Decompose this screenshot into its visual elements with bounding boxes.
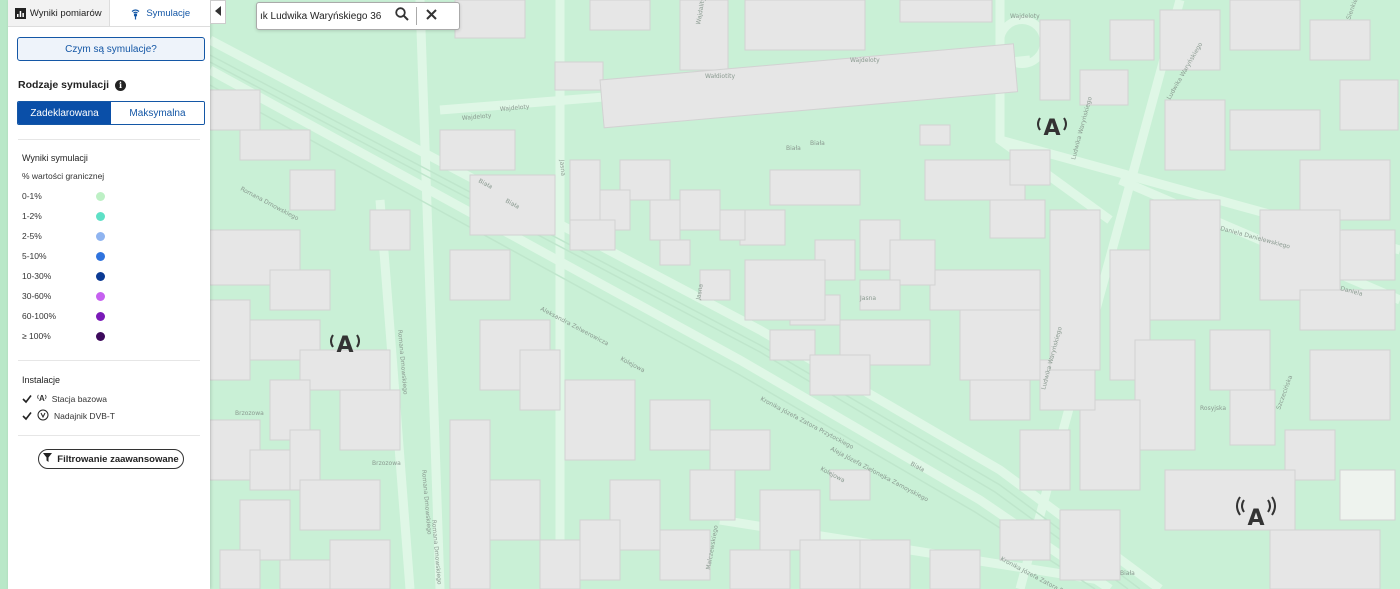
option-declared[interactable]: Zadeklarowana — [18, 102, 111, 124]
tab-label: Wyniki pomiarów — [29, 7, 102, 19]
search-button[interactable] — [388, 5, 416, 27]
results-title: Wyniki symulacji — [22, 153, 88, 163]
street-label: Biała — [786, 145, 801, 152]
map-canvas[interactable]: Wałdiotity Wajdeloty Wajdeloty Wajdeloty… — [0, 0, 1400, 589]
legend-row: ≥ 100% — [22, 326, 210, 346]
svg-text:A: A — [336, 333, 353, 358]
street-label: Biała — [810, 140, 825, 147]
signal-simulation-icon — [129, 7, 142, 20]
legend-row: 10-30% — [22, 266, 210, 286]
installation-dvbt: Nadajnik DVB-T — [22, 409, 210, 423]
results-subtitle: % wartości granicznej — [22, 171, 105, 181]
installation-base-station: ⁽A⁾ Stacja bazowa — [22, 393, 210, 404]
street-label: Wajdeloty — [850, 57, 880, 64]
legend-swatch — [96, 331, 105, 341]
legend-label: 5-10% — [22, 251, 47, 261]
legend-label: 0-1% — [22, 191, 42, 201]
legend-label: 1-2% — [22, 211, 42, 221]
legend: 0-1% 1-2% 2-5% 5-10% 10-30% 30-60% 60-10… — [22, 186, 210, 346]
legend-row: 30-60% — [22, 286, 210, 306]
legend-row: 5-10% — [22, 246, 210, 266]
legend-swatch — [96, 291, 105, 301]
chevron-left-icon — [214, 3, 222, 21]
side-panel: Wyniki pomiarów Symulacje Czym są symula… — [8, 0, 210, 589]
clear-search-button[interactable] — [417, 5, 445, 27]
legend-row: 0-1% — [22, 186, 210, 206]
map-edge — [0, 0, 8, 589]
tab-measurement-results[interactable]: Wyniki pomiarów — [8, 0, 110, 26]
tab-label: Symulacje — [146, 7, 191, 19]
dvbt-transmitter-icon — [37, 409, 49, 423]
checkbox-dvbt[interactable] — [22, 411, 32, 421]
legend-swatch — [96, 311, 105, 321]
street-label: Brzozowa — [235, 410, 264, 417]
legend-label: 30-60% — [22, 291, 52, 301]
option-maximum[interactable]: Maksymalna — [111, 102, 204, 124]
legend-swatch — [96, 271, 105, 281]
svg-text:A: A — [1043, 116, 1060, 141]
close-icon — [425, 7, 437, 25]
simulation-type-toggle: Zadeklarowana Maksymalna — [17, 101, 205, 125]
base-station-icon: ⁽A⁾ — [37, 394, 47, 403]
installation-label: Stacja bazowa — [51, 393, 108, 404]
svg-text:A: A — [1247, 506, 1264, 531]
legend-swatch — [96, 191, 105, 201]
legend-swatch — [96, 231, 105, 241]
legend-label: ≥ 100% — [22, 331, 51, 341]
legend-label: 10-30% — [22, 271, 52, 281]
divider — [18, 360, 200, 361]
search-input[interactable] — [260, 10, 388, 22]
street-label: Wajdeloty — [1010, 13, 1040, 20]
legend-row: 1-2% — [22, 206, 210, 226]
bar-chart-icon — [14, 7, 26, 19]
search-bar — [256, 2, 460, 30]
installation-label: Nadajnik DVB-T — [54, 410, 115, 421]
what-are-simulations-button[interactable]: Czym są symulacje? — [17, 37, 205, 61]
filter-label: Filtrowanie zaawansowane — [57, 453, 179, 465]
street-label: Jasna — [859, 295, 876, 302]
legend-label: 2-5% — [22, 231, 42, 241]
legend-label: 60-100% — [22, 311, 57, 321]
street-label: Rosyjska — [1200, 405, 1226, 412]
street-label: Biała — [1120, 570, 1135, 577]
info-icon[interactable]: i — [115, 79, 127, 91]
filter-icon — [43, 453, 53, 465]
installations-title: Instalacje — [22, 375, 61, 385]
tab-bar: Wyniki pomiarów Symulacje — [8, 0, 210, 27]
street-label: Wałdiotity — [705, 73, 735, 80]
legend-row: 60-100% — [22, 306, 210, 326]
simulation-types-heading: Rodzaje symulacji i — [18, 79, 210, 91]
legend-swatch — [96, 211, 105, 221]
divider — [18, 435, 200, 436]
collapse-panel-button[interactable] — [210, 0, 226, 24]
tab-simulations[interactable]: Symulacje — [109, 0, 210, 26]
divider — [18, 139, 200, 140]
simulation-types-title: Rodzaje symulacji — [18, 79, 110, 91]
legend-swatch — [96, 251, 105, 261]
street-label: Brzozowa — [372, 460, 401, 467]
checkbox-base-station[interactable] — [22, 394, 32, 404]
advanced-filter-button[interactable]: Filtrowanie zaawansowane — [38, 449, 184, 469]
search-icon — [395, 6, 409, 26]
legend-row: 2-5% — [22, 226, 210, 246]
